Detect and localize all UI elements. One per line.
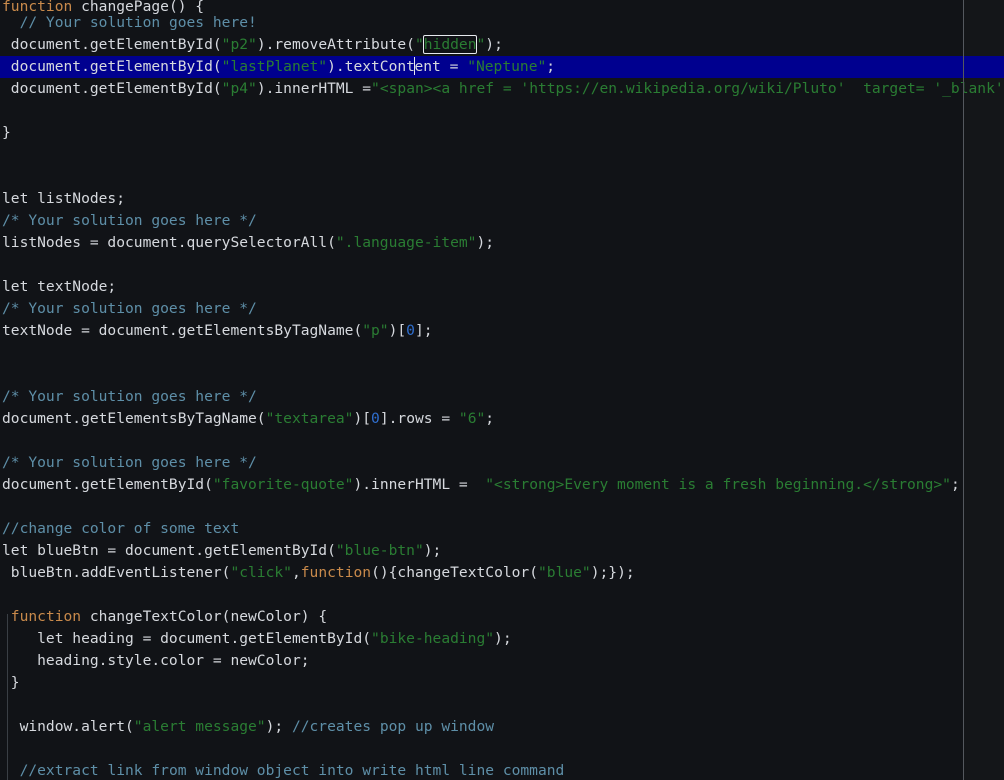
code-token-plain: } — [2, 124, 11, 141]
code-content-area[interactable]: function changePage() { // Your solution… — [0, 0, 1004, 780]
code-line[interactable]: let blueBtn = document.getElementById("b… — [0, 540, 1004, 562]
code-token-comment: //creates pop up window — [291, 718, 495, 735]
code-token-plain: textNode = document.getElementsByTagName… — [2, 322, 363, 339]
code-token-plain: } — [2, 674, 20, 691]
code-token-plain: window.alert( — [2, 718, 134, 735]
code-token-plain: ).innerHTML = — [256, 80, 372, 97]
code-token-number: 0 — [371, 410, 380, 427]
match-highlight: hidden — [422, 35, 478, 54]
code-token-plain: document.getElementById( — [2, 476, 213, 493]
code-editor[interactable]: function changePage() { // Your solution… — [0, 0, 1004, 780]
code-line[interactable]: textNode = document.getElementsByTagName… — [0, 320, 1004, 342]
code-token-string: "<span><a href = 'https://en.wikipedia.o… — [371, 80, 1004, 97]
code-token-plain: let heading = document.getElementById( — [2, 630, 372, 647]
code-token-plain: ; — [485, 410, 495, 427]
code-token-comment: //change color of some text — [2, 520, 240, 537]
code-token-plain: ; — [546, 58, 556, 75]
code-line[interactable]: } — [0, 672, 1004, 694]
code-token-string: "bike-heading" — [371, 630, 495, 647]
code-token-plain: ); — [485, 36, 503, 53]
code-token-comment: /* Your solution goes here */ — [2, 212, 257, 229]
code-line[interactable]: document.getElementById("p4").innerHTML … — [0, 78, 1004, 100]
code-token-string: "favorite-quote" — [212, 476, 354, 493]
code-token-string: "6" — [458, 410, 486, 427]
code-token-plain: ).textCont — [327, 58, 415, 75]
code-token-plain: ); — [265, 718, 292, 735]
code-token-keyword: function — [10, 608, 82, 625]
code-line[interactable]: document.getElementById("p2").removeAttr… — [0, 34, 1004, 56]
code-token-plain: ; — [950, 476, 960, 493]
code-line[interactable]: /* Your solution goes here */ — [0, 452, 1004, 474]
code-line[interactable]: document.getElementsByTagName("textarea"… — [0, 408, 1004, 430]
code-line[interactable]: document.getElementById("lastPlanet").te… — [0, 56, 1004, 78]
code-token-plain: document.getElementById( — [2, 36, 222, 53]
code-token-string: "p2" — [221, 36, 257, 53]
code-token-comment: /* Your solution goes here */ — [2, 300, 257, 317]
code-token-string: "Neptune" — [467, 58, 547, 75]
code-line[interactable]: /* Your solution goes here */ — [0, 386, 1004, 408]
code-token-plain: ]; — [414, 322, 433, 339]
code-token-plain: changeTextColor(newColor) { — [81, 608, 328, 625]
code-token-plain: ); — [494, 630, 512, 647]
code-token-plain: listNodes = document.querySelectorAll( — [2, 234, 336, 251]
code-line[interactable]: //extract link from window object into w… — [0, 760, 1004, 780]
code-token-string: "p" — [362, 322, 389, 339]
code-token-plain: );}); — [590, 564, 635, 581]
code-line[interactable]: document.getElementById("favorite-quote"… — [0, 474, 1004, 496]
code-token-plain: document.getElementsByTagName( — [2, 410, 266, 427]
code-token-plain: )[ — [388, 322, 407, 339]
code-token-plain: ).removeAttribute( — [256, 36, 415, 53]
code-token-plain: ].rows = — [379, 410, 459, 427]
code-line[interactable]: blueBtn.addEventListener("click",functio… — [0, 562, 1004, 584]
code-token-string: "click" — [230, 564, 292, 581]
code-token-plain: ent = — [414, 58, 468, 75]
code-token-plain: heading.style.color = newColor; — [2, 652, 310, 669]
code-token-plain: ); — [476, 234, 495, 251]
code-token-plain: document.getElementById( — [2, 58, 222, 75]
code-token-plain: let blueBtn = document.getElementById( — [2, 542, 336, 559]
code-line[interactable]: /* Your solution goes here */ — [0, 298, 1004, 320]
code-token-string: " — [476, 36, 486, 53]
code-token-string: "lastPlanet" — [221, 58, 328, 75]
code-token-plain: (){changeTextColor( — [371, 564, 538, 581]
code-token-plain: let listNodes; — [2, 190, 126, 207]
code-line[interactable]: // Your solution goes here! — [0, 12, 1004, 34]
code-token-plain: ); — [423, 542, 442, 559]
code-token-plain: )[ — [353, 410, 372, 427]
code-token-string: "<strong>Every moment is a fresh beginni… — [485, 476, 951, 493]
code-line[interactable]: let listNodes; — [0, 188, 1004, 210]
code-line[interactable]: } — [0, 122, 1004, 144]
code-line[interactable]: listNodes = document.querySelectorAll(".… — [0, 232, 1004, 254]
code-line[interactable]: /* Your solution goes here */ — [0, 210, 1004, 232]
code-line[interactable]: let heading = document.getElementById("b… — [0, 628, 1004, 650]
code-token-plain: document.getElementById( — [2, 80, 222, 97]
code-token-plain: , — [291, 564, 301, 581]
code-token-keyword: function — [300, 564, 372, 581]
code-token-string: " — [414, 36, 424, 53]
code-line[interactable]: let textNode; — [0, 276, 1004, 298]
code-token-plain: let textNode; — [2, 278, 117, 295]
code-token-string: "p4" — [221, 80, 257, 97]
code-token-string: "textarea" — [265, 410, 354, 427]
code-line[interactable]: function changeTextColor(newColor) { — [0, 606, 1004, 628]
code-token-comment: /* Your solution goes here */ — [2, 454, 257, 471]
code-token-comment: //extract link from window object into w… — [19, 762, 565, 779]
code-token-number: 0 — [406, 322, 415, 339]
code-line[interactable]: heading.style.color = newColor; — [0, 650, 1004, 672]
code-token-comment: /* Your solution goes here */ — [2, 388, 257, 405]
code-line[interactable]: //change color of some text — [0, 518, 1004, 540]
code-line[interactable]: window.alert("alert message"); //creates… — [0, 716, 1004, 738]
code-token-comment: // Your solution goes here! — [19, 14, 257, 31]
code-token-string: "alert message" — [133, 718, 266, 735]
code-token-string: ".language-item" — [335, 234, 477, 251]
code-token-plain: ).innerHTML = — [353, 476, 486, 493]
code-token-string: "blue-btn" — [335, 542, 424, 559]
code-token-plain: blueBtn.addEventListener( — [2, 564, 231, 581]
code-token-string: "blue" — [538, 564, 591, 581]
